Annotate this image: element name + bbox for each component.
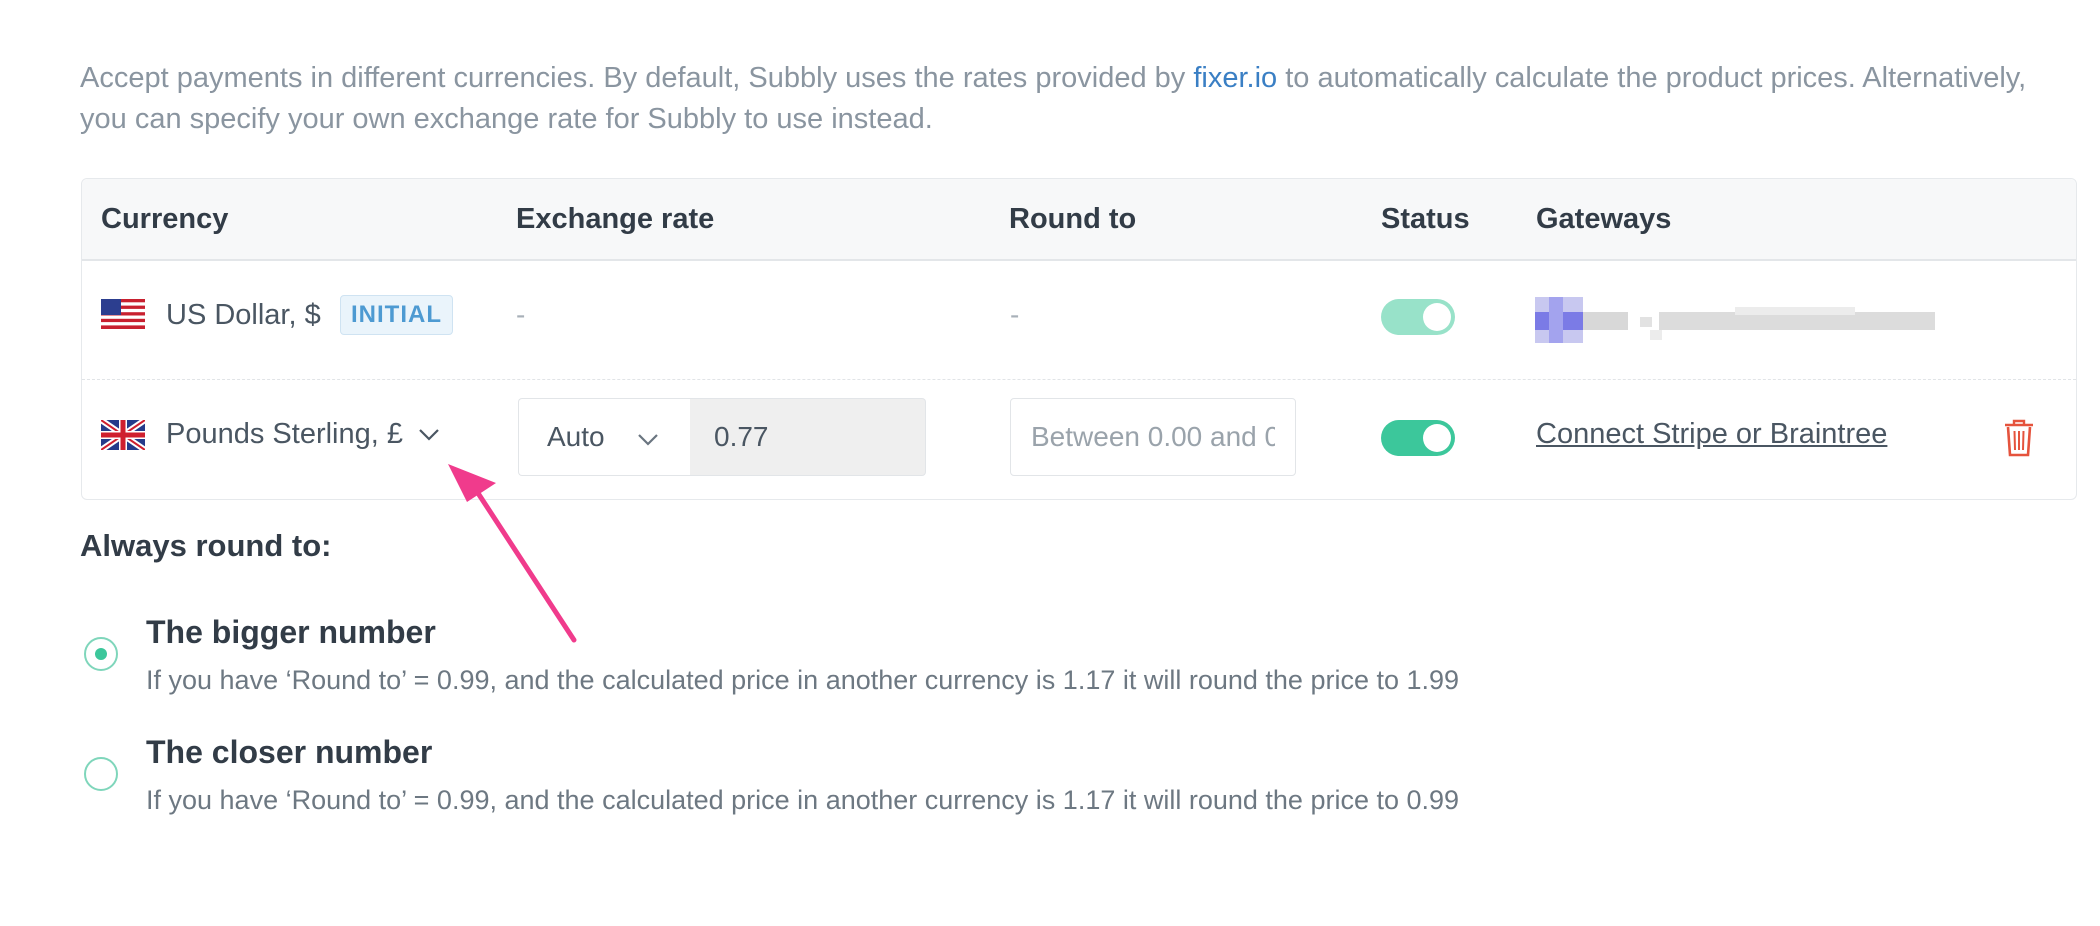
option-description: If you have ‘Round to’ = 0.99, and the c…: [146, 785, 1460, 815]
chevron-down-icon: [638, 434, 658, 446]
chevron-down-icon: [419, 429, 439, 441]
header-round-to: Round to: [1009, 203, 1137, 235]
fixer-link[interactable]: fixer.io: [1193, 62, 1277, 94]
connect-gateway-link[interactable]: Connect Stripe or Braintree: [1536, 418, 1887, 451]
currency-name: US Dollar, $: [166, 299, 321, 331]
us-flag-icon: [101, 299, 145, 329]
exchange-rate-value: 0.77: [714, 421, 769, 452]
header-currency: Currency: [101, 203, 229, 235]
toggle-knob: [1423, 424, 1451, 452]
status-toggle[interactable]: [1381, 420, 1455, 456]
rate-mode-value: Auto: [547, 421, 605, 452]
toggle-knob: [1423, 303, 1451, 331]
header-exchange-rate: Exchange rate: [516, 203, 715, 235]
gateway-redacted: [1535, 297, 1935, 343]
intro-text: Accept payments in different currencies.…: [80, 58, 2060, 140]
exchange-rate-input[interactable]: 0.77: [690, 398, 926, 476]
header-status: Status: [1381, 203, 1470, 235]
currencies-table: Currency Exchange rate Round to Status G…: [81, 178, 2077, 500]
round-to-value: -: [1010, 299, 1020, 330]
header-gateways: Gateways: [1536, 203, 1672, 235]
rounding-title: Always round to:: [80, 528, 332, 563]
round-to-input[interactable]: [1010, 398, 1296, 476]
rate-mode-select[interactable]: Auto: [518, 398, 690, 476]
currency-select[interactable]: Pounds Sterling, £: [166, 412, 439, 456]
uk-flag-icon: [101, 420, 145, 450]
radio-selected-dot: [95, 648, 107, 660]
table-row: US Dollar, $ INITIAL - -: [82, 261, 2076, 380]
intro-text-before: Accept payments in different currencies.…: [80, 62, 1194, 94]
radio-bigger[interactable]: [84, 637, 118, 671]
exchange-rate-value: -: [516, 299, 526, 330]
initial-badge: INITIAL: [340, 295, 453, 335]
table-row: Pounds Sterling, £ Auto 0.77 Connect Str…: [82, 380, 2076, 500]
option-title: The closer number: [146, 734, 433, 770]
radio-closer[interactable]: [84, 757, 118, 791]
status-toggle[interactable]: [1381, 299, 1455, 335]
currency-name: Pounds Sterling, £: [166, 418, 403, 450]
option-title: The bigger number: [146, 614, 436, 650]
trash-icon[interactable]: [2002, 418, 2036, 458]
option-description: If you have ‘Round to’ = 0.99, and the c…: [146, 665, 1460, 695]
table-header: Currency Exchange rate Round to Status G…: [82, 179, 2076, 261]
